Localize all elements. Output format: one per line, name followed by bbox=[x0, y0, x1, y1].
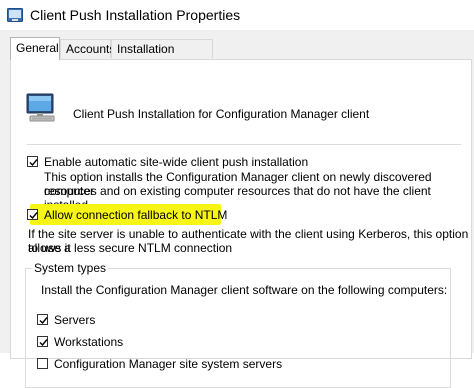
ntlm-fallback-label[interactable]: Allow connection fallback to NTLM bbox=[44, 208, 227, 222]
tab-installation-properties[interactable]: Installation Properties bbox=[111, 39, 213, 75]
header-text: Client Push Installation for Configurati… bbox=[73, 107, 370, 121]
enable-push-label[interactable]: Enable automatic site-wide client push i… bbox=[44, 155, 308, 169]
enable-push-checkbox[interactable] bbox=[27, 156, 38, 167]
tab-general[interactable]: General bbox=[10, 37, 60, 60]
servers-label[interactable]: Servers bbox=[54, 313, 95, 327]
window-title: Client Push Installation Properties bbox=[30, 7, 241, 23]
dialog-body: General Accounts Installation Properties… bbox=[0, 30, 474, 388]
system-types-legend: System types bbox=[32, 261, 109, 275]
title-bar[interactable]: Client Push Installation Properties bbox=[0, 0, 474, 30]
sccm-app-icon bbox=[7, 7, 23, 26]
tab-accounts[interactable]: Accounts bbox=[60, 39, 115, 58]
workstations-label[interactable]: Workstations bbox=[54, 335, 123, 349]
workstations-checkbox[interactable] bbox=[37, 336, 48, 347]
divider bbox=[27, 144, 461, 145]
computer-icon bbox=[24, 92, 58, 127]
site-system-servers-label[interactable]: Configuration Manager site system server… bbox=[54, 357, 282, 371]
system-types-intro: Install the Configuration Manager client… bbox=[41, 283, 448, 297]
ntlm-description-line2: to use a less secure NTLM connection bbox=[28, 241, 233, 255]
servers-checkbox[interactable] bbox=[37, 314, 48, 325]
ntlm-fallback-checkbox[interactable] bbox=[27, 209, 38, 220]
general-tab-panel: Client Push Installation for Configurati… bbox=[10, 59, 472, 388]
site-system-servers-checkbox[interactable] bbox=[37, 358, 48, 369]
